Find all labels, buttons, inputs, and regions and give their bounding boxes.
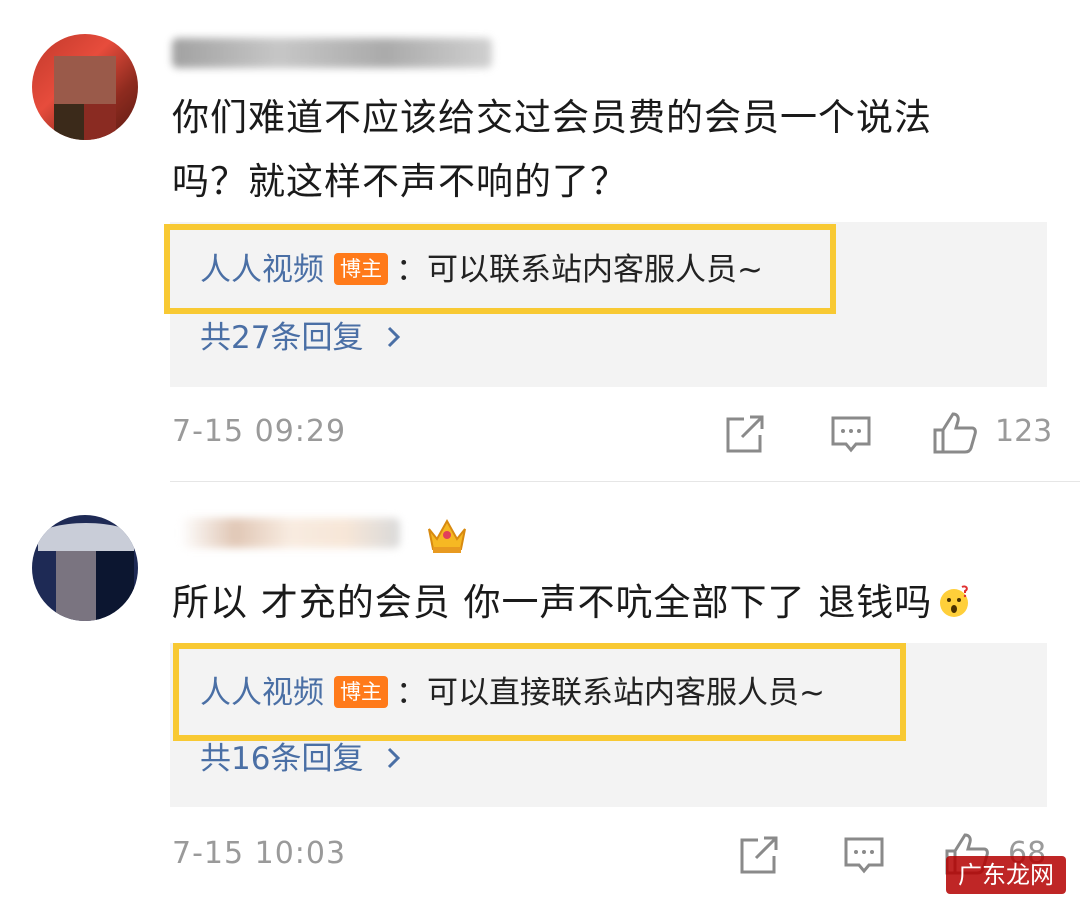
reply-line: 人人视频 博主 ：可以直接联系站内客服人员~ (200, 673, 825, 713)
divider (170, 481, 1080, 482)
reply-count-link[interactable]: 共16条回复 (200, 739, 405, 779)
surprised-face-icon (936, 575, 972, 617)
avatar[interactable] (32, 34, 138, 140)
username-redacted[interactable] (172, 38, 492, 68)
thumbs-up-icon[interactable] (932, 410, 978, 456)
comment-text-line-1: 所以 才充的会员 你一声不吭全部下了 退钱吗 (172, 571, 972, 635)
reply-preview-box[interactable]: 人人视频 博主 ：可以直接联系站内客服人员~ 共16条回复 (170, 643, 1047, 807)
reply-count-link[interactable]: 共27条回复 (200, 318, 405, 358)
crown-icon (425, 515, 469, 564)
timestamp: 7-15 09:29 (172, 414, 347, 449)
blogger-badge: 博主 (334, 253, 388, 285)
chevron-right-icon (388, 747, 401, 769)
share-icon[interactable] (724, 415, 768, 455)
username-redacted[interactable] (180, 518, 400, 548)
reply-preview-box[interactable]: 人人视频 博主 ：可以联系站内客服人员~ 共27条回复 (164, 222, 1047, 387)
reply-text: ：可以联系站内客服人员~ (396, 252, 763, 288)
avatar[interactable] (32, 515, 138, 621)
reply-author[interactable]: 人人视频 (200, 675, 324, 711)
watermark-logo: 广东龙网 (946, 856, 1066, 894)
timestamp: 7-15 10:03 (172, 836, 347, 871)
reply-line: 人人视频 博主 ：可以联系站内客服人员~ (200, 250, 763, 290)
reply-count-label: 共16条回复 (200, 741, 364, 777)
comment-text-line-2: 吗？就这样不声不响的了？ (172, 160, 628, 203)
reply-author[interactable]: 人人视频 (200, 252, 324, 288)
comment-text-line-1: 你们难道不应该给交过会员费的会员一个说法 (172, 96, 932, 139)
blogger-badge: 博主 (334, 676, 388, 708)
reply-count-label: 共27条回复 (200, 320, 364, 356)
comment-icon[interactable] (843, 836, 885, 876)
like-count: 123 (995, 414, 1053, 449)
share-icon[interactable] (738, 836, 782, 876)
reply-text: ：可以直接联系站内客服人员~ (396, 675, 825, 711)
comment-icon[interactable] (830, 415, 872, 455)
chevron-right-icon (388, 326, 401, 348)
